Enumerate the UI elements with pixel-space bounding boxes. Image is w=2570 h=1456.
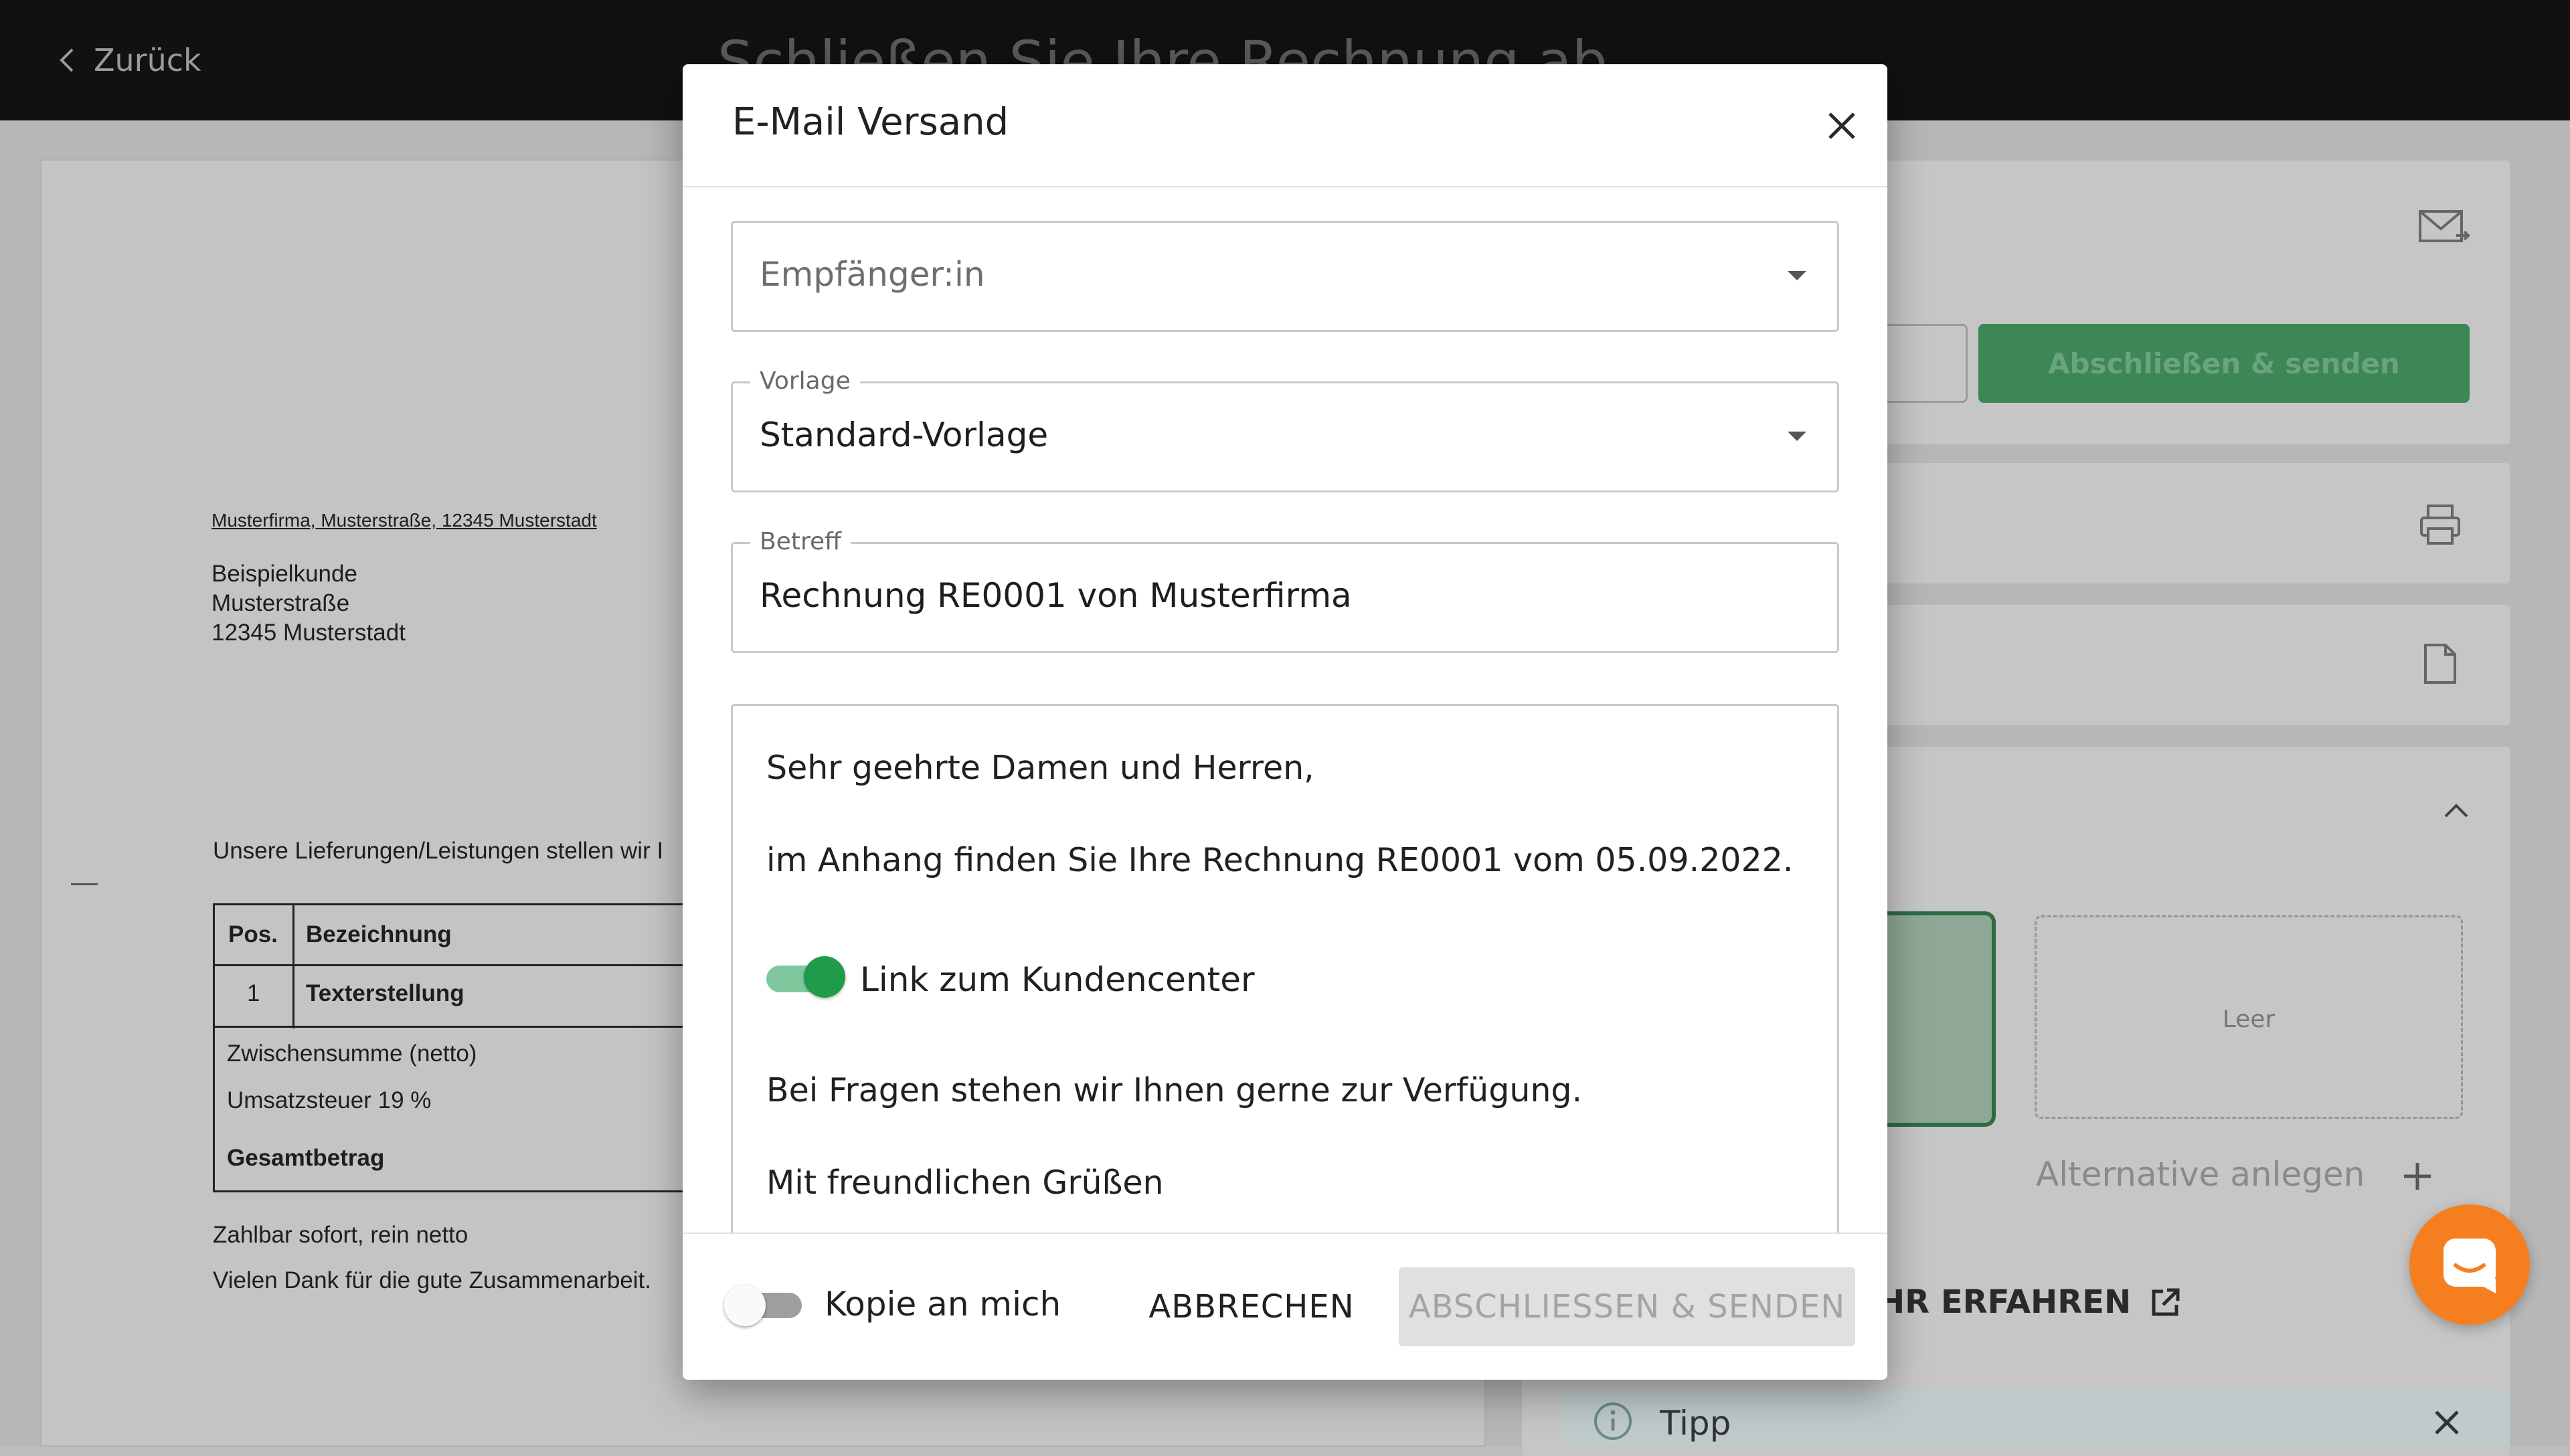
learn-more-link[interactable]: HR ERFAHREN [1878,1283,2182,1321]
invoice-intro: Unsere Lieferungen/Leistungen stellen wi… [213,838,664,864]
customer-center-link-toggle[interactable] [766,956,845,999]
back-label: Zurück [94,42,201,78]
chat-launcher-button[interactable] [2409,1204,2530,1325]
body-line1: im Anhang finden Sie Ihre Rechnung RE000… [766,841,1794,879]
info-icon [1594,1402,1632,1440]
invoice-recipient-name: Beispielkunde [211,561,357,587]
dialog-header: E-Mail Versand [683,64,1887,187]
recipient-select[interactable]: Empfänger:in [731,221,1839,332]
template-value: Standard-Vorlage [760,416,1049,454]
subject-label: Betreff [750,528,851,555]
fold-mark [71,883,98,885]
subject-value: Rechnung RE0001 von Musterfirma [760,576,1352,615]
invoice-table: Pos. Bezeichnung 1 Texterstellung Zwisch… [213,903,695,1192]
col-desc: Bezeichnung [306,921,452,947]
empty-template-label: Leer [2222,1006,2276,1033]
learn-more-label: HR ERFAHREN [1878,1283,2132,1321]
subject-input[interactable]: Betreff Rechnung RE0001 von Musterfirma [731,528,1839,653]
col-pos: Pos. [228,921,278,947]
cancel-button[interactable]: ABBRECHEN [1144,1267,1359,1346]
body-greeting: Sehr geehrte Damen und Herren, [766,749,1314,787]
template-thumbnail-empty[interactable]: Leer [2035,915,2463,1119]
row-desc: Texterstellung [306,980,464,1006]
email-dialog: E-Mail Versand Empfänger:in Vorlage Stan… [683,64,1887,1380]
invoice-recipient-city: 12345 Musterstadt [211,620,406,646]
chevron-down-icon [1788,432,1806,441]
chevron-down-icon [1788,271,1806,280]
recipient-placeholder: Empfänger:in [760,255,985,294]
total-label: Gesamtbetrag [227,1145,385,1171]
invoice-recipient-street: Musterstraße [211,590,350,616]
chat-icon [2444,1239,2496,1293]
email-body-editor[interactable]: Sehr geehrte Damen und Herren, im Anhang… [731,704,1839,1306]
copy-to-me-label: Kopie an mich [825,1285,1061,1324]
chevron-left-icon [60,48,74,72]
subtotal-label: Zwischensumme (netto) [227,1040,477,1067]
envelope-send-icon[interactable] [2417,209,2471,246]
close-icon [1828,112,1855,139]
document-icon [2424,644,2456,684]
invoice-payment-terms: Zahlbar sofort, rein netto [213,1222,468,1248]
back-link[interactable]: Zurück [58,39,201,82]
copy-to-me-toggle[interactable] [724,1283,804,1328]
dialog-close-button[interactable] [1808,92,1875,159]
printer-icon [2420,505,2460,545]
add-alternative-link[interactable]: Alternative anlegen [2036,1155,2365,1194]
plus-icon[interactable] [2401,1160,2433,1192]
tip-label: Tipp [1660,1404,1731,1443]
template-select[interactable]: Vorlage Standard-Vorlage [731,367,1839,492]
vat-label: Umsatzsteuer 19 % [227,1087,432,1113]
finish-and-send-button[interactable]: ABSCHLIESSEN & SENDEN [1399,1267,1855,1346]
dialog-footer: Kopie an mich ABBRECHEN ABSCHLIESSEN & S… [683,1233,1887,1380]
body-closing: Mit freundlichen Grüßen [766,1164,1164,1202]
template-thumbnail-selected[interactable] [1874,911,1996,1127]
invoice-sender-line: Musterfirma, Musterstraße, 12345 Musters… [211,510,597,531]
tip-banner: Tipp [1559,1389,2510,1445]
external-link-icon [2152,1288,2180,1316]
body-line2: Bei Fragen stehen wir Ihnen gerne zur Ve… [766,1071,1583,1109]
row-pos: 1 [247,980,260,1006]
customer-center-link-label: Link zum Kundencenter [860,960,1255,999]
invoice-thanks: Vielen Dank für die gute Zusammenarbeit. [213,1267,651,1293]
finish-send-button[interactable]: Abschließen & senden [1978,324,2470,403]
dialog-title: E-Mail Versand [732,100,1009,144]
template-label: Vorlage [750,367,860,395]
chevron-up-icon[interactable] [2443,800,2470,819]
close-icon[interactable] [2433,1409,2460,1436]
